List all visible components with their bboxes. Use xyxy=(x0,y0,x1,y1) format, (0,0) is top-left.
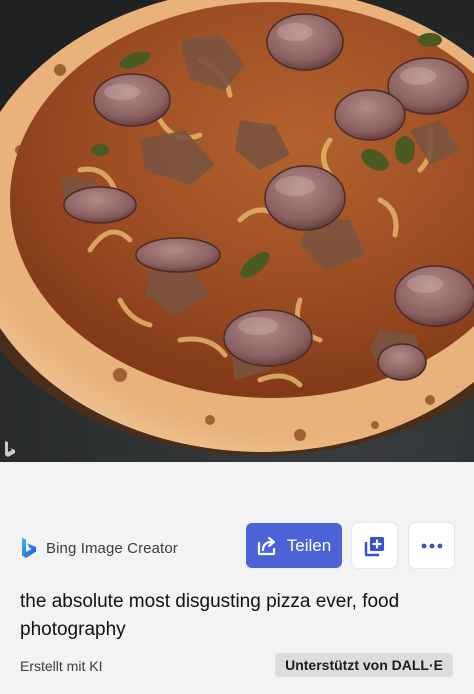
add-to-collection-icon xyxy=(364,536,384,556)
more-options-icon xyxy=(421,543,442,548)
share-button-label: Teilen xyxy=(286,535,332,555)
brand: Bing Image Creator xyxy=(20,536,178,560)
more-options-button[interactable] xyxy=(409,523,454,568)
generated-image[interactable] xyxy=(0,0,474,462)
bing-logo-icon xyxy=(22,538,36,558)
prompt-text: the absolute most disgusting pizza ever,… xyxy=(20,591,400,640)
share-button[interactable]: Teilen xyxy=(246,523,342,568)
share-icon xyxy=(257,536,275,555)
add-to-collection-button[interactable] xyxy=(352,523,397,568)
bing-watermark-icon xyxy=(5,441,15,457)
image-detail-view: Bing Image Creator Teilen the absolute m… xyxy=(0,0,474,694)
pizza-illustration xyxy=(0,0,474,462)
powered-by-badge: Unterstützt von DALL·E xyxy=(275,653,453,677)
created-with-ai-label: Erstellt mit KI xyxy=(20,658,103,674)
brand-name: Bing Image Creator xyxy=(46,539,178,557)
image-info-panel: Bing Image Creator Teilen the absolute m… xyxy=(0,462,474,694)
